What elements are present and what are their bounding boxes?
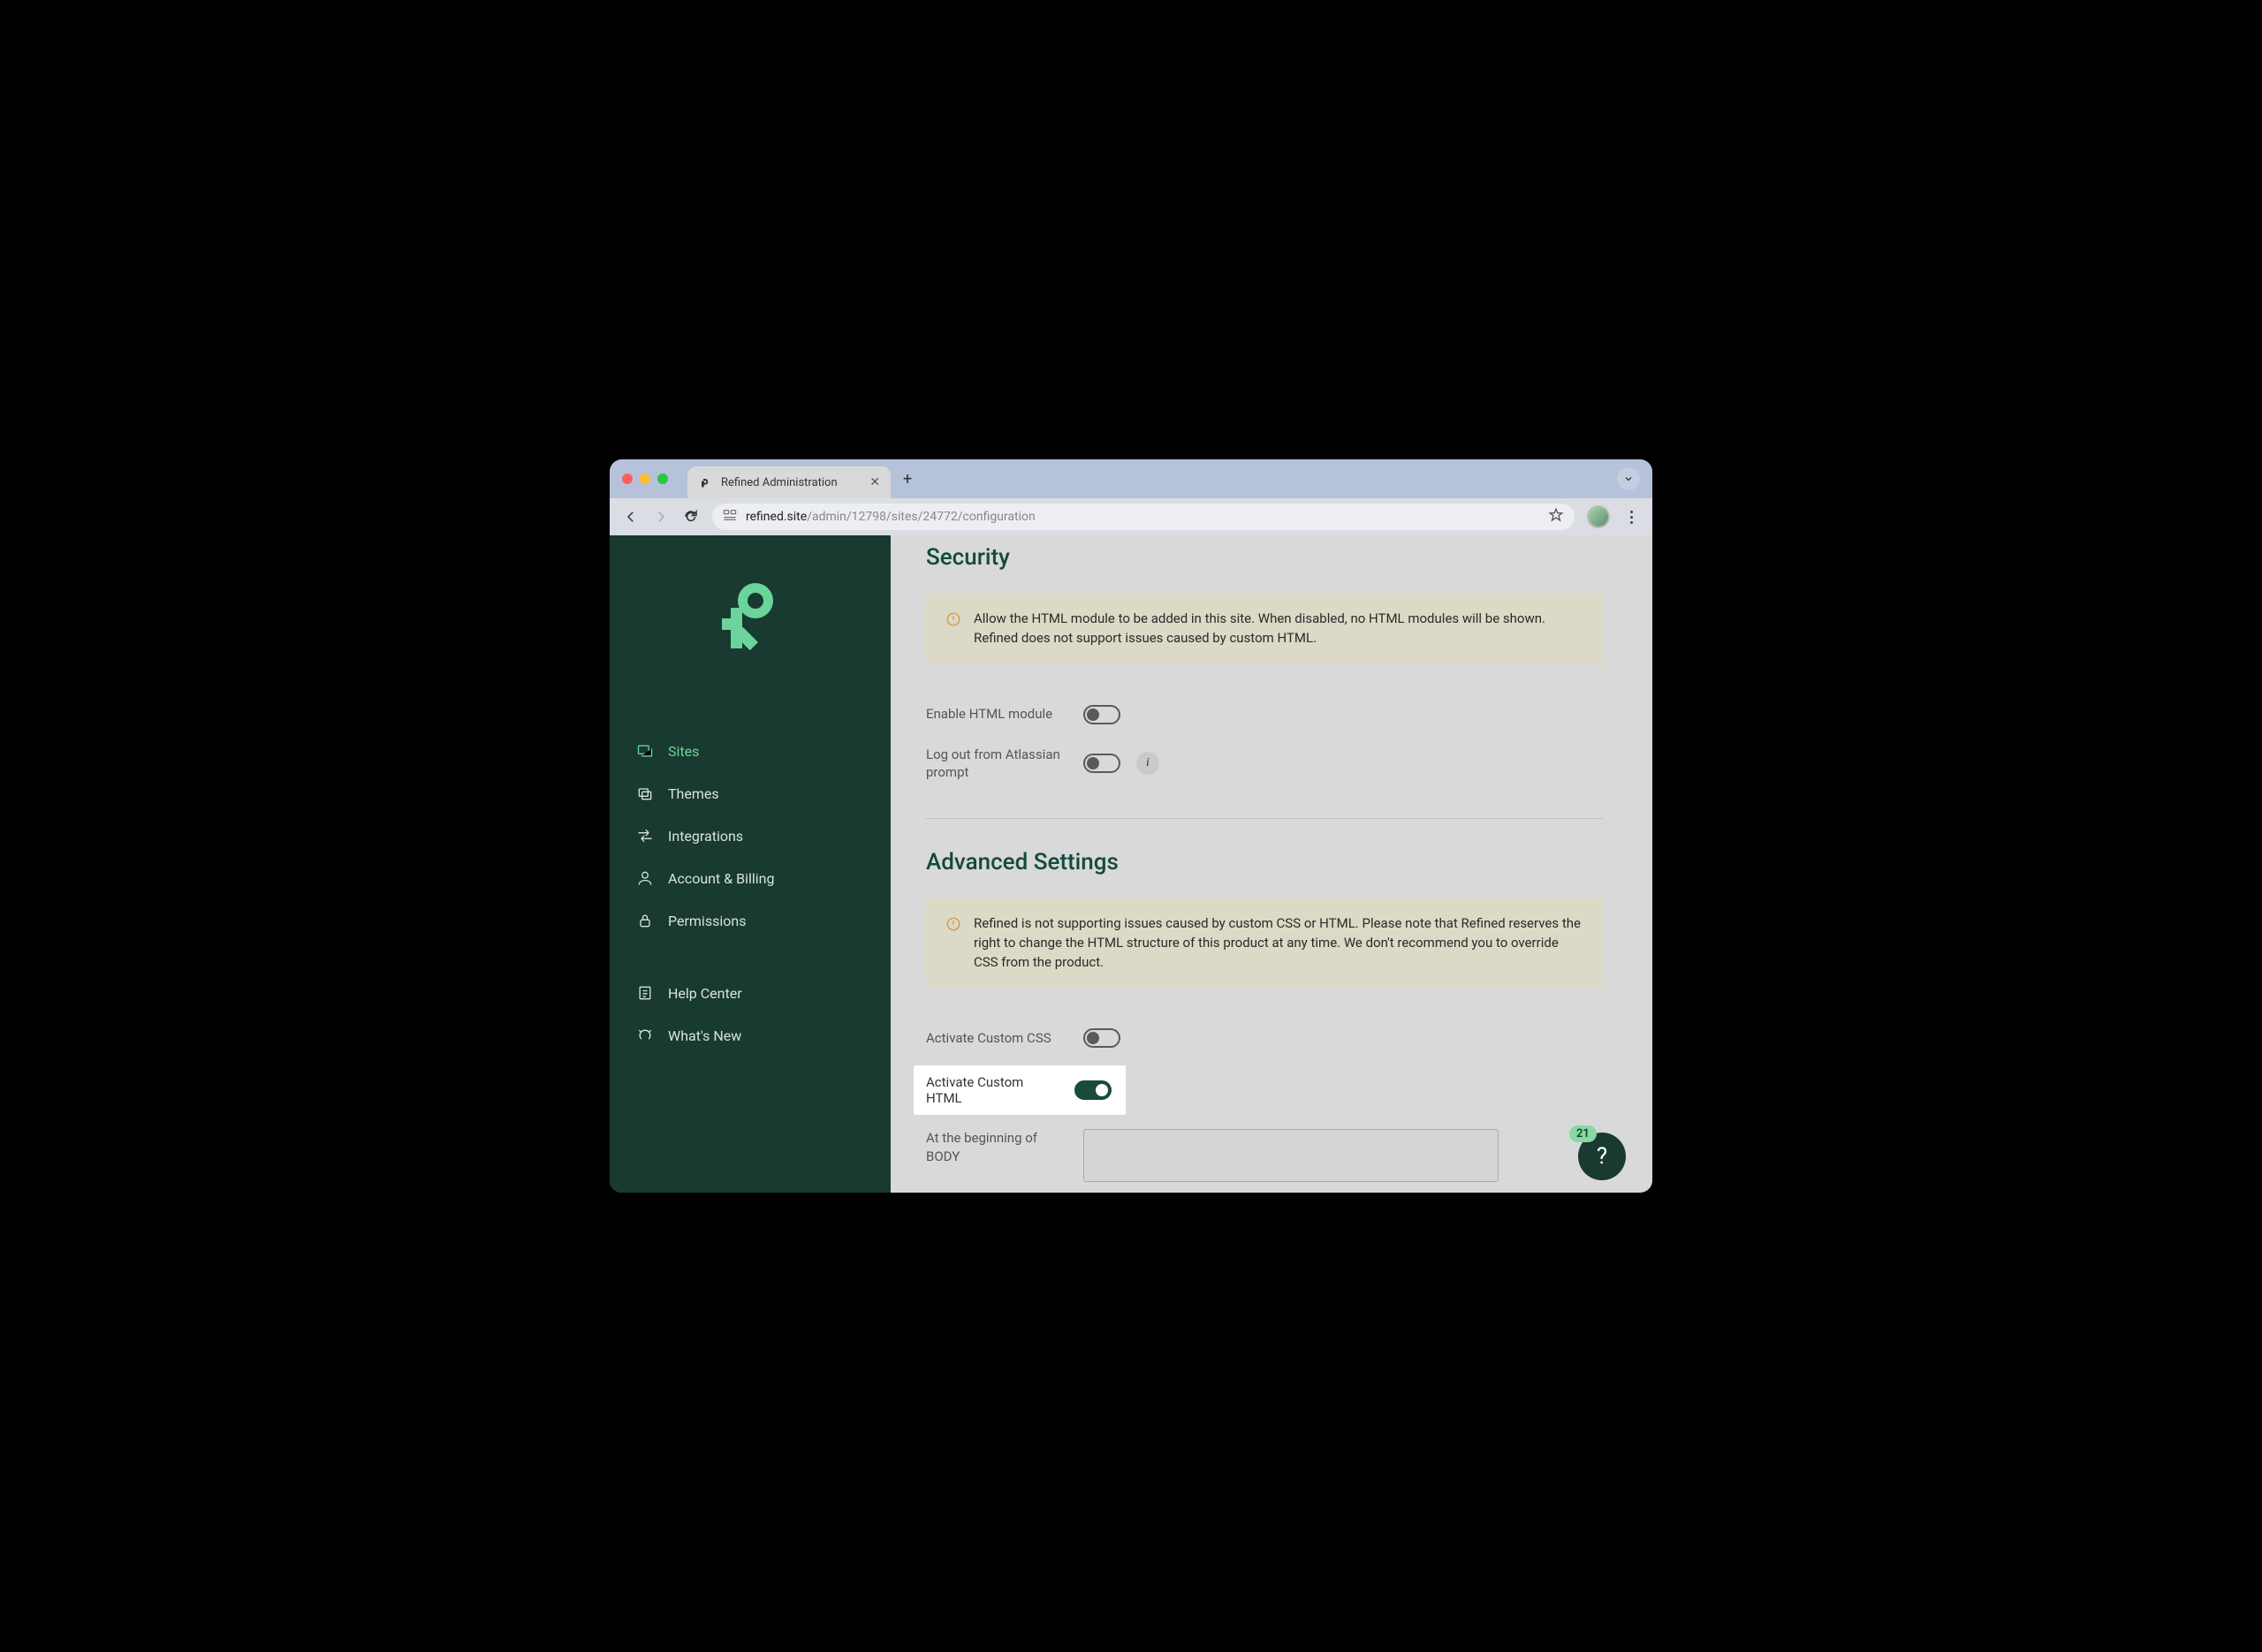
sidebar-item-help-center[interactable]: Help Center <box>610 972 891 1014</box>
sites-icon <box>636 742 654 760</box>
warning-icon <box>945 611 961 648</box>
logout-row: Log out from Atlassian prompt i <box>926 735 1603 792</box>
sidebar-item-label: Sites <box>668 743 699 760</box>
back-button[interactable] <box>622 508 640 526</box>
browser-toolbar: refined.site/admin/12798/sites/24772/con… <box>610 498 1652 535</box>
logo-icon <box>610 580 891 650</box>
sidebar-item-themes[interactable]: Themes <box>610 772 891 815</box>
browser-tab[interactable]: Refined Administration ✕ <box>687 466 891 498</box>
activate-html-row: Activate Custom HTML <box>914 1065 1126 1115</box>
forward-button[interactable] <box>652 508 670 526</box>
permissions-icon <box>636 912 654 929</box>
favicon-icon <box>698 475 712 489</box>
main-content: Security Allow the HTML module to be add… <box>891 535 1652 1193</box>
sidebar-item-sites[interactable]: Sites <box>610 730 891 772</box>
sidebar-item-label: Account & Billing <box>668 870 774 887</box>
help-fab-button[interactable]: 21 ? <box>1578 1133 1626 1180</box>
minimize-window-button[interactable] <box>640 474 650 484</box>
advanced-title: Advanced Settings <box>926 849 1603 875</box>
advanced-callout: Refined is not supporting issues caused … <box>926 898 1603 988</box>
maximize-window-button[interactable] <box>657 474 668 484</box>
integrations-icon <box>636 827 654 845</box>
sidebar-item-label: Permissions <box>668 913 746 929</box>
warning-icon <box>945 916 961 972</box>
close-window-button[interactable] <box>622 474 633 484</box>
new-tab-button[interactable]: + <box>903 470 912 489</box>
whats-new-icon <box>636 1027 654 1044</box>
info-icon[interactable]: i <box>1136 752 1159 775</box>
body-begin-row: At the beginning of BODY <box>926 1129 1603 1182</box>
site-settings-icon[interactable] <box>723 509 737 525</box>
address-bar[interactable]: refined.site/admin/12798/sites/24772/con… <box>712 504 1575 530</box>
sidebar-item-account-billing[interactable]: Account & Billing <box>610 857 891 899</box>
body-begin-textarea[interactable] <box>1083 1129 1499 1182</box>
reload-button[interactable] <box>682 508 700 526</box>
activate-html-toggle[interactable] <box>1074 1080 1112 1100</box>
profile-avatar[interactable] <box>1587 505 1610 528</box>
divider <box>926 818 1603 819</box>
window-controls <box>622 474 668 484</box>
sidebar-item-label: What's New <box>668 1027 741 1044</box>
enable-html-row: Enable HTML module <box>926 694 1603 735</box>
callout-text: Refined is not supporting issues caused … <box>974 914 1583 972</box>
sidebar: Sites Themes Integrations Account & Bill… <box>610 535 891 1193</box>
callout-text: Allow the HTML module to be added in thi… <box>974 610 1583 648</box>
activate-css-label: Activate Custom CSS <box>926 1029 1067 1047</box>
chevron-down-icon[interactable] <box>1617 467 1640 490</box>
tab-title: Refined Administration <box>721 476 861 489</box>
browser-menu-button[interactable] <box>1622 511 1640 524</box>
themes-icon <box>636 784 654 802</box>
sidebar-item-label: Help Center <box>668 985 742 1002</box>
sidebar-item-permissions[interactable]: Permissions <box>610 899 891 942</box>
body-begin-label: At the beginning of BODY <box>926 1129 1067 1165</box>
close-tab-button[interactable]: ✕ <box>869 475 880 489</box>
browser-tab-bar: Refined Administration ✕ + <box>610 459 1652 498</box>
activate-css-toggle[interactable] <box>1083 1028 1120 1048</box>
sidebar-item-whats-new[interactable]: What's New <box>610 1014 891 1057</box>
help-center-icon <box>636 984 654 1002</box>
bookmark-icon[interactable] <box>1548 507 1564 527</box>
help-badge: 21 <box>1569 1125 1597 1142</box>
activate-css-row: Activate Custom CSS <box>926 1018 1603 1058</box>
logout-toggle[interactable] <box>1083 754 1120 773</box>
security-callout: Allow the HTML module to be added in thi… <box>926 594 1603 664</box>
security-title: Security <box>926 544 1603 571</box>
url-text: refined.site/admin/12798/sites/24772/con… <box>746 510 1539 524</box>
enable-html-label: Enable HTML module <box>926 705 1067 723</box>
sidebar-item-label: Integrations <box>668 828 743 845</box>
sidebar-item-label: Themes <box>668 785 719 802</box>
question-icon: ? <box>1597 1143 1607 1170</box>
logout-label: Log out from Atlassian prompt <box>926 746 1067 782</box>
account-icon <box>636 869 654 887</box>
sidebar-nav: Sites Themes Integrations Account & Bill… <box>610 730 891 1057</box>
enable-html-toggle[interactable] <box>1083 705 1120 724</box>
activate-html-label: Activate Custom HTML <box>926 1074 1059 1106</box>
sidebar-item-integrations[interactable]: Integrations <box>610 815 891 857</box>
